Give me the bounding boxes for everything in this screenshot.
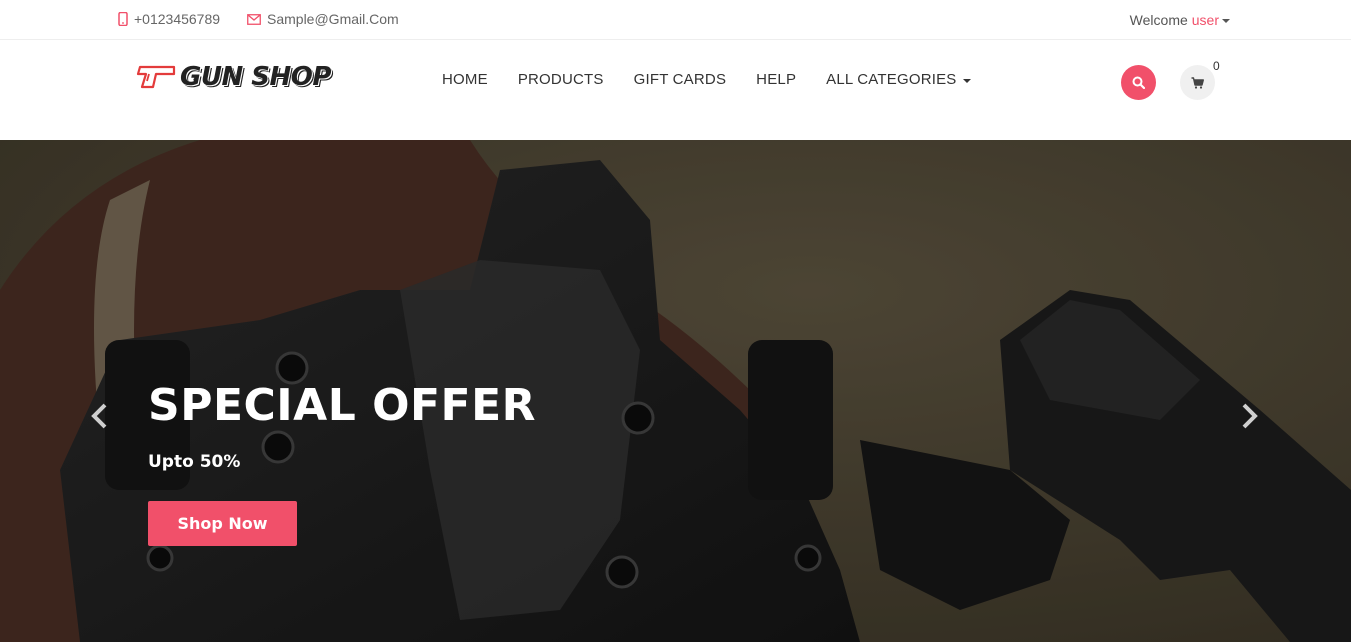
phone-icon bbox=[118, 12, 128, 26]
nav-gift-cards[interactable]: GIFT CARDS bbox=[634, 71, 727, 88]
slider-prev-button[interactable] bbox=[87, 402, 111, 430]
envelope-icon bbox=[247, 13, 261, 25]
hero-subtitle: Upto 50% bbox=[148, 452, 241, 472]
nav-all-categories-label: ALL CATEGORIES bbox=[826, 71, 957, 88]
hero-title: SPECIAL OFFER bbox=[148, 380, 537, 431]
chevron-right-icon bbox=[1242, 403, 1258, 429]
slider-next-button[interactable] bbox=[1238, 402, 1262, 430]
email-address: Sample@Gmail.Com bbox=[267, 11, 399, 27]
main-nav: HOME PRODUCTS GIFT CARDS HELP ALL CATEGO… bbox=[442, 71, 1001, 88]
chevron-left-icon bbox=[91, 403, 107, 429]
user-dropdown[interactable]: user bbox=[1192, 12, 1219, 28]
cart-count-badge: 0 bbox=[1213, 59, 1220, 73]
hero-slider: SPECIAL OFFER Upto 50% Shop Now bbox=[0, 140, 1351, 642]
nav-products[interactable]: PRODUCTS bbox=[518, 71, 604, 88]
search-icon bbox=[1132, 76, 1145, 89]
nav-home[interactable]: HOME bbox=[442, 71, 488, 88]
top-bar: +0123456789 Sample@Gmail.Com Welcome use… bbox=[0, 0, 1351, 40]
nav-all-categories[interactable]: ALL CATEGORIES bbox=[826, 71, 971, 88]
shop-now-button[interactable]: Shop Now bbox=[148, 501, 297, 546]
cart-button[interactable] bbox=[1180, 65, 1215, 100]
welcome-text: Welcome bbox=[1129, 12, 1188, 28]
nav-help[interactable]: HELP bbox=[756, 71, 796, 88]
phone-contact[interactable]: +0123456789 bbox=[118, 11, 220, 27]
nav-help-label: HELP bbox=[756, 71, 797, 88]
caret-down-icon bbox=[962, 78, 971, 83]
cart-icon bbox=[1191, 76, 1204, 89]
main-header: GUN SHOP HOME PRODUCTS GIFT CARDS HELP A… bbox=[0, 40, 1351, 140]
logo-text: GUN SHOP bbox=[180, 62, 331, 92]
nav-gift-cards-label: GIFT CARDS bbox=[633, 71, 727, 88]
site-logo[interactable]: GUN SHOP bbox=[136, 62, 331, 92]
nav-products-label: PRODUCTS bbox=[517, 71, 604, 88]
email-contact[interactable]: Sample@Gmail.Com bbox=[247, 11, 399, 27]
nav-home-label: HOME bbox=[442, 71, 488, 88]
search-button[interactable] bbox=[1121, 65, 1156, 100]
welcome-menu: Welcome user bbox=[1130, 12, 1230, 28]
phone-number: +0123456789 bbox=[134, 11, 221, 27]
gun-logo-icon bbox=[136, 65, 176, 89]
caret-down-icon[interactable] bbox=[1222, 19, 1230, 23]
